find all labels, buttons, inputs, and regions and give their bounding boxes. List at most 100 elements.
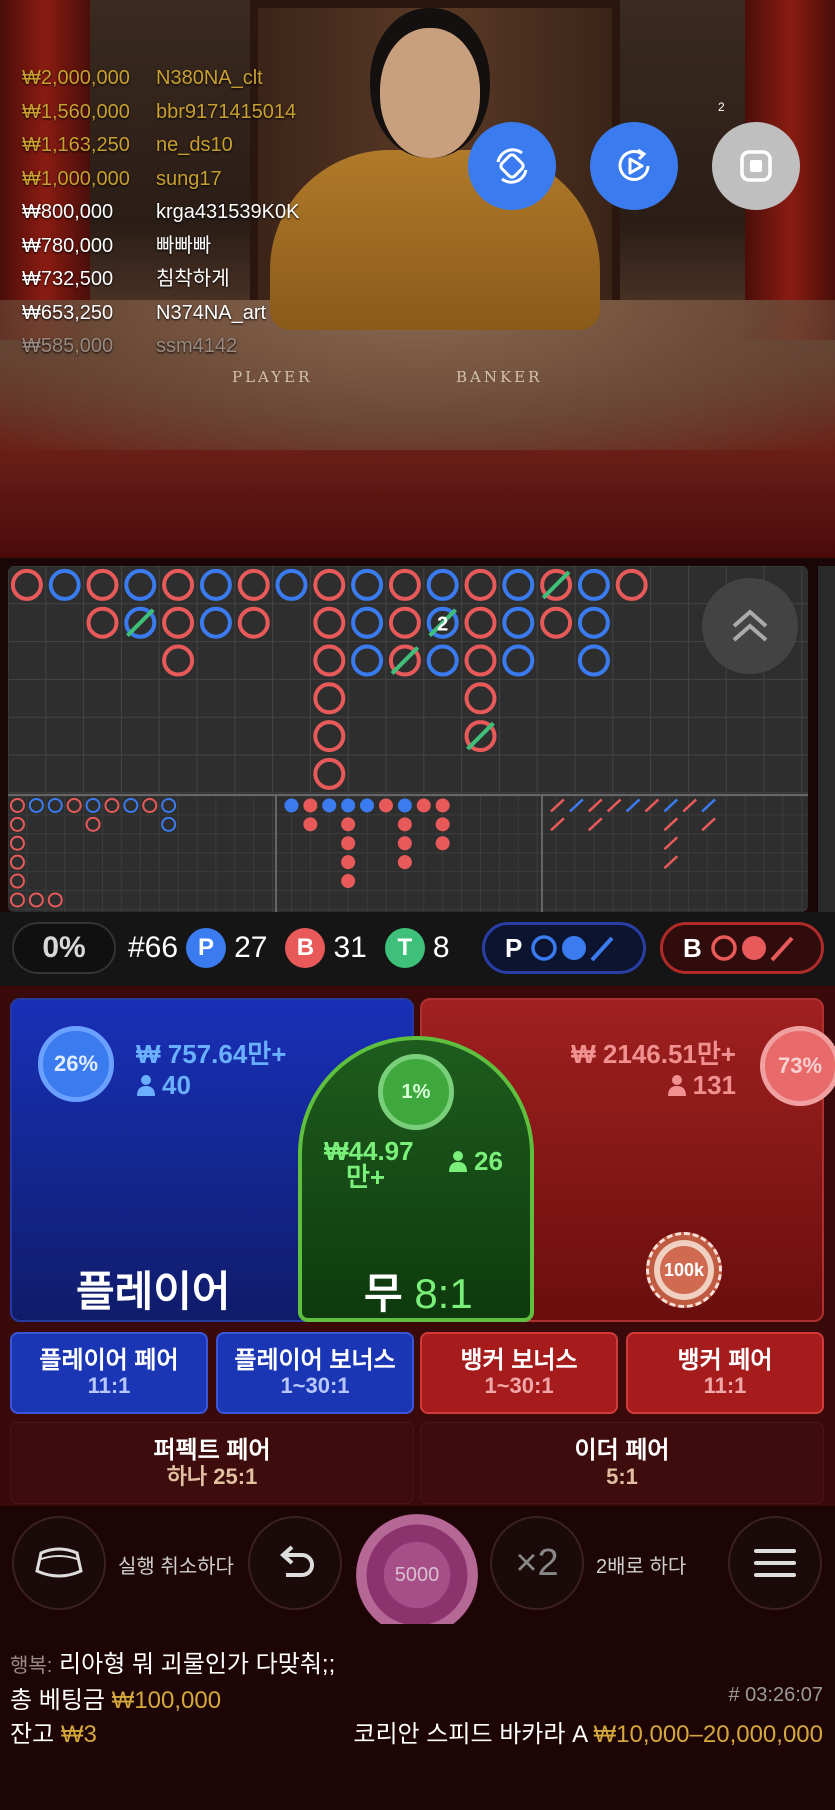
leaderboard-row: ₩585,000 ssm4142 [22, 330, 299, 364]
side-bet-odds: 1~30:1 [484, 1373, 554, 1399]
round-counts: #66 P 27 B 31 T 8 [128, 922, 460, 974]
player-bet-label: 플레이어 [76, 1268, 231, 1315]
tie-bet-label: 무 8:1 [364, 1260, 473, 1321]
player-bettor-count-value: 40 [162, 1070, 191, 1100]
table-banker-label: BANKER [456, 368, 543, 386]
table-name: 코리안 스피드 바카라 A [353, 1721, 587, 1748]
leaderboard-amount: ₩1,560,000 [22, 100, 130, 123]
expand-roads-button[interactable] [702, 578, 798, 674]
banker-ask-icons [711, 935, 794, 962]
table-info: 코리안 스피드 바카라 A ₩10,000–20,000,000 [353, 1714, 823, 1749]
leaderboard-player: 빠빠빠 [156, 234, 212, 257]
leaderboard-amount: ₩1,000,000 [22, 167, 130, 190]
tie-bettor-count: 26 [448, 1146, 503, 1177]
total-bet: 총 베팅금 ₩100,000 [10, 1680, 221, 1715]
table-player-label: PLAYER [232, 368, 313, 386]
player-ask-icons [531, 935, 614, 962]
player-ask-button[interactable]: P [482, 922, 646, 974]
balance-label: 잔고 [10, 1721, 55, 1748]
menu-button[interactable] [728, 1516, 822, 1610]
double-label: 2배로 하다 [596, 1556, 687, 1578]
banker-ask-button[interactable]: B [660, 922, 824, 974]
pair-bet-name: 퍼펙트 페어 [153, 1436, 271, 1464]
footer: 행복: 리아형 뭐 괴물인가 다맞춰;; 총 베팅금 ₩100,000 # 03… [0, 1624, 835, 1810]
tie-bet-spot[interactable]: 1% ₩44.97 만+ 26 무 8:1 [298, 1036, 534, 1322]
hamburger-menu-icon [754, 1549, 796, 1577]
player-ask-label: P [505, 932, 523, 963]
tie-name: 무 [364, 1270, 403, 1317]
leaderboard-row: ₩1,560,000 bbr9171415014 [22, 96, 299, 130]
rotate-camera-icon [496, 148, 528, 184]
undo-button[interactable] [248, 1516, 342, 1610]
rotate-camera-button[interactable] [468, 122, 556, 210]
leaderboard-row: ₩800,000 krga431539K0K [22, 196, 299, 230]
replay-video-button[interactable] [590, 122, 678, 210]
chip-selector[interactable]: 5000 [356, 1514, 478, 1636]
side-bet-button[interactable]: 뱅커 보너스 1~30:1 [420, 1332, 618, 1414]
table-view-button[interactable] [12, 1516, 106, 1610]
leaderboard-row: ₩653,250 N374NA_art [22, 297, 299, 331]
pair-bet-button[interactable]: 이더 페어 5:1 [420, 1422, 824, 1504]
pair-bet-odds: 5:1 [606, 1464, 638, 1490]
side-bet-button[interactable]: 플레이어 페어 11:1 [10, 1332, 208, 1414]
leaderboard-player: sung17 [156, 167, 222, 190]
placed-chip: 100k [646, 1232, 722, 1308]
leaderboard-row: ₩1,163,250 ne_ds10 [22, 129, 299, 163]
chat-text: 리아형 뭐 괴물인가 다맞춰;; [59, 1651, 336, 1678]
side-bet-button[interactable]: 뱅커 페어 11:1 [626, 1332, 824, 1414]
banker-badge: B [285, 928, 326, 968]
leaderboard-player: N374NA_art [156, 301, 267, 324]
tie-amount-line1: ₩44.97 [324, 1136, 414, 1166]
chat-message: 행복: 리아형 뭐 괴물인가 다맞춰;; [10, 1644, 335, 1679]
scoreboard-roads: 2 [8, 566, 808, 912]
leaderboard-player: ssm4142 [156, 335, 238, 357]
leaderboard-amount: ₩1,163,250 [22, 134, 130, 156]
pair-bet-name: 이더 페어 [574, 1436, 670, 1464]
undo-icon [279, 1545, 314, 1577]
tie-percent-ring: 1% [378, 1054, 454, 1130]
tie-amount-line2: 만+ [346, 1162, 386, 1192]
total-bet-value: ₩100,000 [111, 1687, 222, 1714]
leaderboard-player: ne_ds10 [156, 134, 233, 156]
player-count: 27 [234, 931, 268, 964]
player-badge: P [186, 928, 227, 968]
winners-leaderboard: ₩2,000,000 N380NA_clt ₩1,560,000 bbr9171415… [22, 62, 299, 364]
player-bet-amount: ₩ 757.64만+ [136, 1039, 287, 1069]
leaderboard-amount: ₩780,000 [22, 234, 114, 257]
undo-label: 실행 취소하다 [118, 1556, 234, 1578]
tie-count: 8 [432, 931, 450, 964]
banker-bet-amount: ₩ 2146.51만+ [571, 1039, 736, 1069]
table-limits: ₩10,000–20,000,000 [593, 1721, 823, 1748]
round-id: # 03:26:07 [728, 1684, 823, 1706]
side-bet-name: 플레이어 페어 [39, 1346, 179, 1374]
user-icon [667, 1075, 686, 1096]
leaderboard-player: N380NA_clt [156, 67, 263, 89]
pair-bet-button[interactable]: 퍼펙트 페어 하나 25:1 [10, 1422, 414, 1504]
leaderboard-amount: ₩585,000 [22, 335, 114, 357]
side-bet-odds: 11:1 [703, 1373, 747, 1399]
stop-icon [740, 150, 772, 182]
table-icon [35, 1547, 83, 1578]
tie-badge: T [384, 928, 425, 968]
dealer-head [380, 28, 480, 158]
leaderboard-amount: ₩2,000,000 [22, 67, 130, 89]
banker-bettor-count: 131 [667, 1070, 736, 1101]
pair-bet-odds: 하나 25:1 [166, 1464, 258, 1490]
tie-bettor-count-value: 26 [474, 1146, 503, 1176]
tie-odds: 8:1 [414, 1270, 473, 1317]
side-bet-odds: 11:1 [87, 1373, 131, 1399]
chat-user: 행복: [10, 1655, 53, 1677]
road-grid: 2 [8, 566, 808, 912]
user-icon [449, 1151, 467, 1172]
balance: 잔고 ₩3 [10, 1714, 97, 1749]
side-panel-edge[interactable] [818, 566, 835, 912]
percent-indicator: 0% [12, 922, 116, 974]
live-video: PLAYER BANKER ₩2,000,000 N380NA_clt ₩1,560… [0, 0, 835, 558]
leaderboard-row: ₩1,000,000 sung17 [22, 163, 299, 197]
stats-bar: 0% #66 P 27 B 31 T 8 P B [0, 912, 835, 986]
double-button[interactable]: ×2 [490, 1516, 584, 1610]
side-bet-button[interactable]: 플레이어 보너스 1~30:1 [216, 1332, 414, 1414]
banker-ask-label: B [683, 932, 702, 963]
side-bet-name: 뱅커 페어 [677, 1346, 773, 1374]
stop-video-button[interactable] [712, 122, 800, 210]
